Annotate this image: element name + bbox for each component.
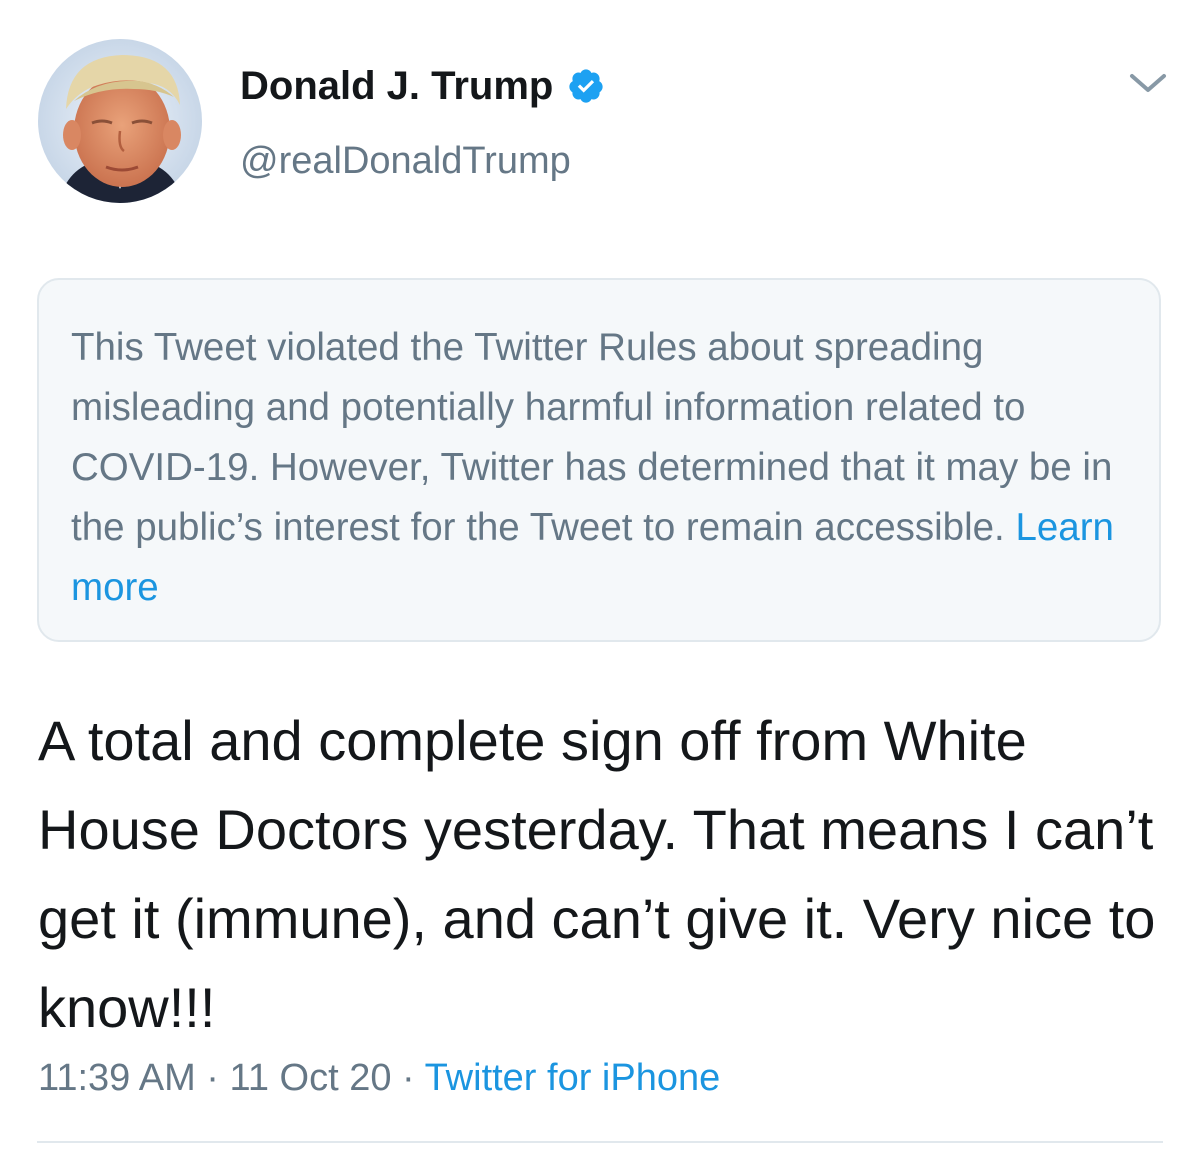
display-name-text[interactable]: Donald J. Trump xyxy=(240,60,553,112)
rules-violation-notice: This Tweet violated the Twitter Rules ab… xyxy=(37,278,1161,642)
author-display-name[interactable]: Donald J. Trump xyxy=(240,60,605,112)
meta-separator: · xyxy=(206,1057,219,1099)
author-handle[interactable]: @realDonaldTrump xyxy=(240,136,571,186)
chevron-down-icon[interactable] xyxy=(1124,64,1172,104)
notice-text: This Tweet violated the Twitter Rules ab… xyxy=(71,318,1129,618)
tweet-date[interactable]: 11 Oct 20 xyxy=(230,1057,392,1099)
verified-badge-icon xyxy=(567,67,605,105)
tweet-meta: 11:39 AM · 11 Oct 20 · Twitter for iPhon… xyxy=(38,1052,720,1104)
tweet-time[interactable]: 11:39 AM xyxy=(38,1057,196,1099)
notice-message: This Tweet violated the Twitter Rules ab… xyxy=(71,326,1113,549)
tweet-source-link[interactable]: Twitter for iPhone xyxy=(425,1057,721,1099)
tweet-text: A total and complete sign off from White… xyxy=(38,709,1156,1039)
meta-separator: · xyxy=(402,1057,415,1099)
divider xyxy=(37,1141,1163,1143)
avatar[interactable] xyxy=(38,39,202,203)
